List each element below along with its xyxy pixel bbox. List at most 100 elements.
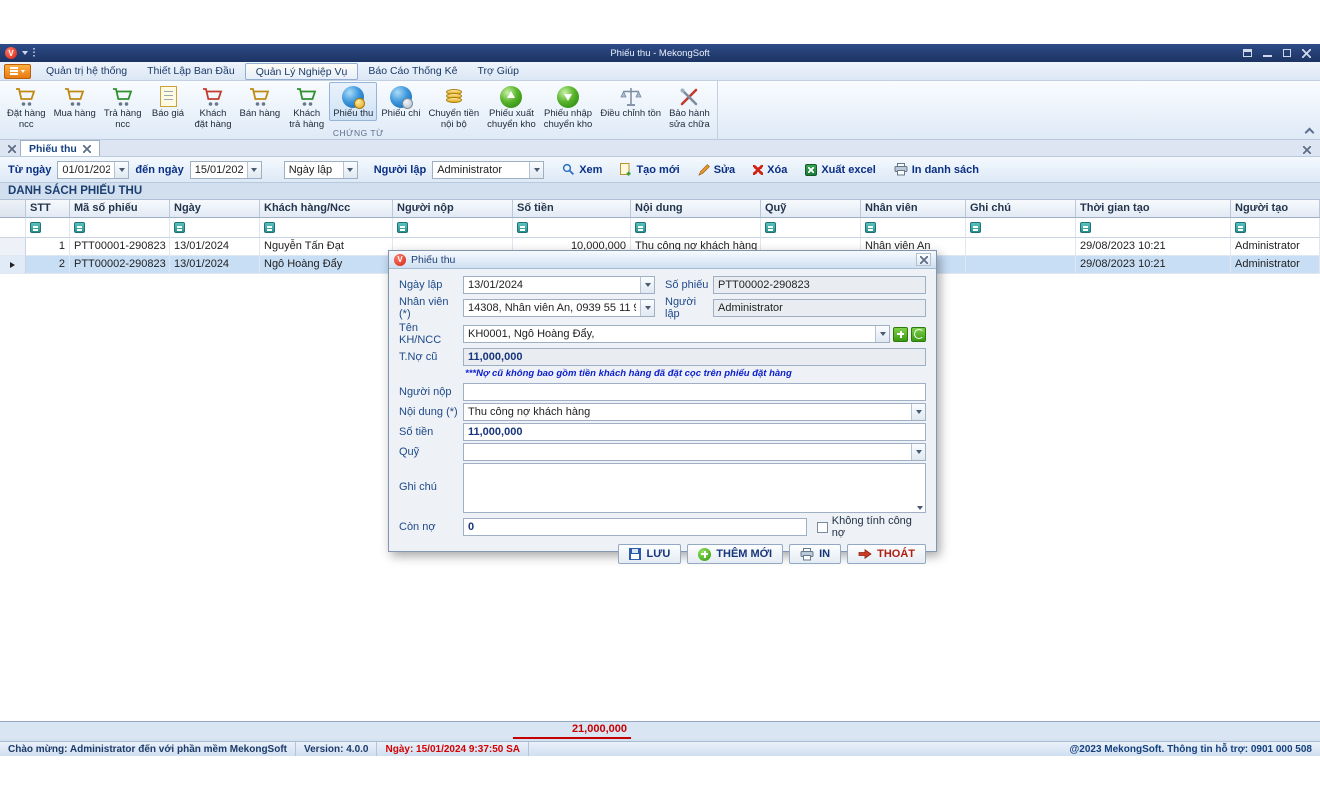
ribbon-item-bao-gia[interactable]: Báo giá	[146, 82, 191, 121]
filter-cell[interactable]	[1076, 218, 1231, 238]
filter-icon[interactable]	[517, 222, 528, 233]
filter-icon[interactable]	[30, 222, 41, 233]
dialog-title-bar[interactable]: V Phiếu thu	[389, 251, 936, 269]
filter-cell[interactable]	[260, 218, 393, 238]
filter-icon[interactable]	[765, 222, 776, 233]
khong-tinh-cong-no-checkbox[interactable]	[817, 522, 828, 533]
dropdown-arrow-icon[interactable]	[114, 162, 128, 178]
maximize-button[interactable]	[1283, 49, 1291, 57]
menu-tab-bao-cao-thong-ke[interactable]: Báo Cáo Thống Kê	[358, 63, 467, 80]
filter-icon[interactable]	[865, 222, 876, 233]
app-logo-icon[interactable]: V	[5, 47, 17, 59]
ribbon-item-dieu-chinh-ton[interactable]: Điều chỉnh tồn	[596, 82, 665, 121]
from-date-input[interactable]: 01/01/2024	[57, 161, 129, 179]
filter-cell[interactable]	[513, 218, 631, 238]
filter-cell[interactable]	[170, 218, 260, 238]
tabstrip-close-right-icon[interactable]	[1299, 143, 1315, 157]
column-header-ma-so-phieu[interactable]: Mã số phiếu	[70, 200, 170, 218]
menu-tab-quan-tri-he-thong[interactable]: Quản trị hệ thống	[36, 63, 137, 80]
column-header-thoi-gian-tao[interactable]: Thời gian tạo	[1076, 200, 1231, 218]
ribbon-item-mua-hang[interactable]: Mua hàng	[50, 82, 100, 121]
ten-kh-ncc-select[interactable]: KH0001, Ngô Hoàng Đẩy,	[463, 325, 890, 343]
add-new-button[interactable]: THÊM MỚI	[687, 544, 783, 564]
ngay-lap-input[interactable]: 13/01/2024	[463, 276, 655, 294]
ribbon-collapse-icon[interactable]	[1305, 128, 1315, 138]
column-header-ghi-chu[interactable]: Ghi chú	[966, 200, 1076, 218]
filter-icon[interactable]	[174, 222, 185, 233]
tab-close-icon[interactable]	[83, 145, 91, 153]
column-header-quy[interactable]: Quỹ	[761, 200, 861, 218]
column-header-khach-hang[interactable]: Khách hàng/Ncc	[260, 200, 393, 218]
filter-icon[interactable]	[264, 222, 275, 233]
refresh-customer-button[interactable]	[911, 327, 926, 342]
delete-button[interactable]: Xóa	[747, 162, 793, 178]
column-header-ngay[interactable]: Ngày	[170, 200, 260, 218]
ribbon-item-phieu-xuat-chuyen-kho[interactable]: Phiếu xuất chuyển kho	[483, 82, 540, 131]
chevron-down-icon[interactable]	[22, 51, 28, 55]
filter-cell[interactable]	[0, 218, 26, 238]
filter-cell[interactable]	[393, 218, 513, 238]
creator-select[interactable]: Administrator	[432, 161, 544, 179]
dropdown-arrow-icon[interactable]	[911, 404, 925, 420]
ribbon-item-phieu-thu[interactable]: Phiếu thu	[329, 82, 377, 121]
add-customer-button[interactable]	[893, 327, 908, 342]
so-tien-input[interactable]: 11,000,000	[463, 423, 926, 441]
nhan-vien-select[interactable]: 14308, Nhân viên An, 0939 55 11 90	[463, 299, 655, 317]
view-button[interactable]: Xem	[556, 161, 608, 178]
exit-button[interactable]: THOÁT	[847, 544, 926, 564]
ribbon-item-ban-hang[interactable]: Bán hàng	[236, 82, 285, 121]
dialog-close-button[interactable]	[916, 253, 931, 266]
noi-dung-select[interactable]: Thu công nợ khách hàng	[463, 403, 926, 421]
ribbon-item-dat-hang-ncc[interactable]: Đặt hàng ncc	[3, 82, 50, 131]
ribbon-item-phieu-chi[interactable]: Phiếu chi	[377, 82, 424, 121]
close-button[interactable]	[1302, 49, 1311, 58]
column-header-nguoi-nop[interactable]: Người nộp	[393, 200, 513, 218]
print-button[interactable]: IN	[789, 544, 841, 564]
export-excel-button[interactable]: Xuất excel	[799, 162, 881, 178]
tabstrip-close-icon[interactable]	[4, 142, 20, 156]
menu-tab-tro-giup[interactable]: Trợ Giúp	[467, 63, 529, 80]
filter-cell[interactable]	[631, 218, 761, 238]
dropdown-arrow-icon[interactable]	[247, 162, 261, 178]
filter-cell[interactable]	[70, 218, 170, 238]
menu-tab-thiet-lap-ban-dau[interactable]: Thiết Lập Ban Đầu	[137, 63, 245, 80]
edit-button[interactable]: Sửa	[692, 162, 741, 178]
column-header-noi-dung[interactable]: Nội dung	[631, 200, 761, 218]
dropdown-arrow-icon[interactable]	[640, 277, 654, 293]
filter-icon[interactable]	[1235, 222, 1246, 233]
filter-cell[interactable]	[761, 218, 861, 238]
column-header-so-tien[interactable]: Số tiền	[513, 200, 631, 218]
column-header-nguoi-tao[interactable]: Người tạo	[1231, 200, 1320, 218]
ribbon-item-phieu-nhap-chuyen-kho[interactable]: Phiếu nhập chuyển kho	[540, 82, 597, 131]
filter-icon[interactable]	[397, 222, 408, 233]
row-selector-cell[interactable]	[0, 256, 26, 274]
dropdown-arrow-icon[interactable]	[875, 326, 889, 342]
filter-icon[interactable]	[970, 222, 981, 233]
save-button[interactable]: LƯU	[618, 544, 681, 564]
ribbon-item-khach-dat-hang[interactable]: Khách đặt hàng	[191, 82, 236, 131]
dropdown-arrow-icon[interactable]	[529, 162, 543, 178]
nguoi-nop-input[interactable]	[463, 383, 926, 401]
filter-icon[interactable]	[74, 222, 85, 233]
quy-select[interactable]	[463, 443, 926, 461]
column-header-nhan-vien[interactable]: Nhân viên	[861, 200, 966, 218]
ribbon-item-bao-hanh-sua-chua[interactable]: Bảo hành sửa chữa	[665, 82, 714, 131]
layout-icon[interactable]	[1243, 49, 1252, 57]
filter-icon[interactable]	[635, 222, 646, 233]
create-new-button[interactable]: Tạo mới	[614, 161, 685, 178]
tab-phieu-thu[interactable]: Phiếu thu	[20, 140, 100, 156]
print-list-button[interactable]: In danh sách	[888, 161, 985, 178]
to-date-input[interactable]: 15/01/2024	[190, 161, 262, 179]
menu-tab-quan-ly-nghiep-vu[interactable]: Quản Lý Nghiệp Vụ	[245, 63, 359, 80]
ribbon-item-chuyen-tien-noi-bo[interactable]: Chuyển tiền nội bộ	[424, 82, 483, 131]
filter-icon[interactable]	[1080, 222, 1091, 233]
dropdown-arrow-icon[interactable]	[343, 162, 357, 178]
filter-cell[interactable]	[26, 218, 70, 238]
filter-field-select[interactable]: Ngày lập	[284, 161, 358, 179]
filter-cell[interactable]	[966, 218, 1076, 238]
dropdown-arrow-icon[interactable]	[640, 300, 654, 316]
app-menu-button[interactable]	[4, 64, 31, 79]
ghi-chu-textarea[interactable]	[463, 463, 926, 513]
ribbon-item-khach-tra-hang[interactable]: Khách trả hàng	[284, 82, 329, 131]
filter-cell[interactable]	[1231, 218, 1320, 238]
